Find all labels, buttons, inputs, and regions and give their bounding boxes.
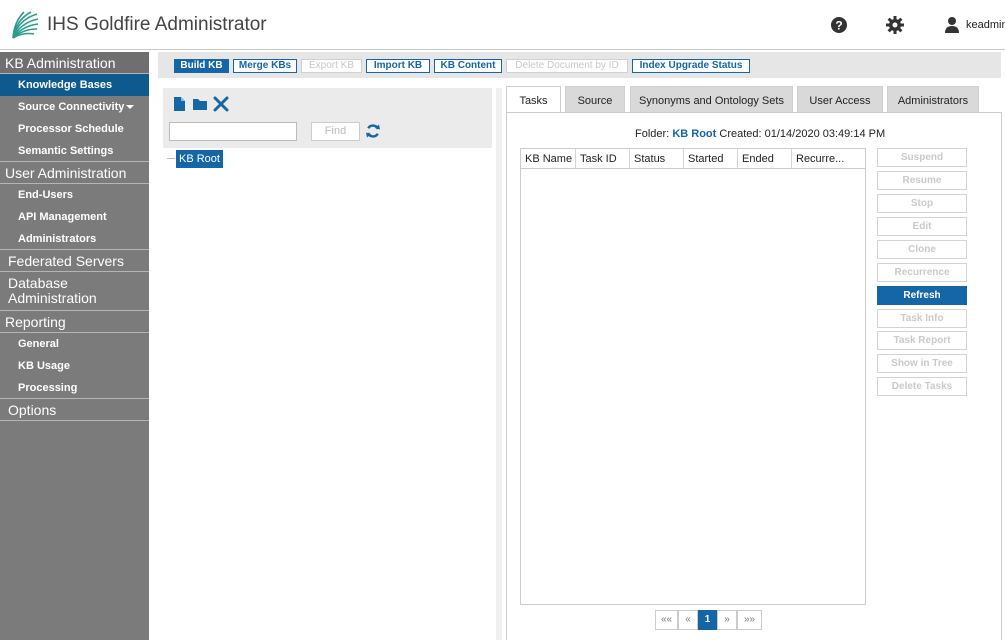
show-in-tree-button[interactable]: Show in Tree	[877, 354, 967, 373]
sidebar-section-options[interactable]: Options	[0, 399, 149, 421]
sidebar-item-source-connectivity[interactable]: Source Connectivity	[0, 96, 149, 118]
user-name[interactable]: keadmin	[966, 19, 1005, 31]
column-header-task-id[interactable]: Task ID	[576, 149, 630, 169]
svg-text:?: ?	[835, 19, 842, 33]
column-header-kb-name[interactable]: KB Name	[521, 149, 576, 169]
folder-icon[interactable]	[192, 96, 208, 112]
new-document-icon[interactable]	[171, 96, 187, 112]
sidebar-item-administrators[interactable]: Administrators	[0, 228, 149, 250]
delete-icon[interactable]	[213, 96, 229, 112]
sidebar-item-general[interactable]: General	[0, 333, 149, 355]
tasks-panel: Folder: KB Root Created: 01/14/2020 03:4…	[506, 112, 1002, 640]
help-icon[interactable]: ?	[829, 15, 849, 35]
folder-name: KB Root	[672, 128, 717, 140]
caret-down-icon	[126, 105, 135, 110]
tree-connector	[167, 158, 175, 159]
next-page-button[interactable]: »	[717, 610, 737, 630]
merge-kbs-button[interactable]: Merge KBs	[233, 59, 297, 73]
sidebar-section-user-administration[interactable]: User Administration	[0, 162, 149, 184]
kb-content-button[interactable]: KB Content	[434, 59, 502, 73]
column-header-started[interactable]: Started	[684, 149, 738, 169]
folder-label: Folder:	[635, 128, 670, 140]
task-info-button[interactable]: Task Info	[877, 309, 967, 328]
build-kb-button[interactable]: Build KB	[174, 59, 229, 73]
created-label: Created:	[719, 128, 762, 140]
prev-page-button[interactable]: «	[678, 610, 698, 630]
resume-button[interactable]: Resume	[877, 171, 967, 190]
sidebar-item-knowledge-bases[interactable]: Knowledge Bases	[0, 74, 149, 96]
first-page-button[interactable]: ««	[655, 610, 678, 630]
pane-splitter[interactable]	[496, 88, 502, 640]
refresh-button[interactable]: Refresh	[877, 286, 967, 305]
column-header-recurrence[interactable]: Recurre...	[792, 149, 865, 169]
delete-document-by-id-button[interactable]: Delete Document by ID	[506, 59, 628, 73]
kb-tree-pane: Find KB Root	[163, 88, 492, 640]
column-header-status[interactable]: Status	[630, 149, 684, 169]
find-button[interactable]: Find	[311, 122, 360, 141]
task-report-button[interactable]: Task Report	[877, 331, 967, 350]
import-kb-button[interactable]: Import KB	[366, 59, 430, 73]
sidebar-item-processing[interactable]: Processing	[0, 377, 149, 399]
clone-button[interactable]: Clone	[877, 240, 967, 259]
tree-node-kb-root[interactable]: KB Root	[176, 150, 223, 168]
edit-button[interactable]: Edit	[877, 217, 967, 236]
tab-user-access[interactable]: User Access	[797, 86, 883, 112]
page-1-button[interactable]: 1	[698, 610, 717, 630]
tree-search-input[interactable]	[169, 122, 297, 141]
sidebar-section-kb-administration[interactable]: KB Administration	[0, 52, 149, 74]
tab-synonyms-and-ontology-sets[interactable]: Synonyms and Ontology Sets	[630, 86, 793, 112]
sidebar: KB Administration Knowledge Bases Source…	[0, 52, 149, 640]
recurrence-button[interactable]: Recurrence	[877, 263, 967, 282]
app-title: IHS Goldfire Administrator	[47, 14, 267, 35]
refresh-icon[interactable]	[365, 123, 381, 139]
tab-source[interactable]: Source	[565, 86, 625, 112]
stop-button[interactable]: Stop	[877, 194, 967, 213]
kb-toolbar: Build KB Merge KBs Export KB Import KB K…	[158, 52, 1001, 78]
delete-tasks-button[interactable]: Delete Tasks	[877, 377, 967, 396]
sidebar-section-federated-servers[interactable]: Federated Servers	[0, 250, 149, 272]
sidebar-section-database-administration[interactable]: Database Administration	[0, 272, 149, 311]
tree-toolbar: Find	[163, 88, 492, 148]
index-upgrade-status-button[interactable]: Index Upgrade Status	[632, 59, 750, 73]
sidebar-item-semantic-settings[interactable]: Semantic Settings	[0, 140, 149, 162]
column-header-ended[interactable]: Ended	[738, 149, 792, 169]
gear-icon[interactable]	[885, 15, 905, 35]
tab-administrators[interactable]: Administrators	[887, 86, 979, 112]
folder-info: Folder: KB Root Created: 01/14/2020 03:4…	[635, 128, 885, 140]
sidebar-item-end-users[interactable]: End-Users	[0, 184, 149, 206]
tasks-grid-header: KB Name Task ID Status Started Ended Rec…	[521, 149, 865, 169]
main-content: Build KB Merge KBs Export KB Import KB K…	[149, 52, 1005, 640]
detail-tabs: Tasks Source Synonyms and Ontology Sets …	[506, 86, 1002, 113]
suspend-button[interactable]: Suspend	[877, 148, 967, 167]
sidebar-item-kb-usage[interactable]: KB Usage	[0, 355, 149, 377]
last-page-button[interactable]: »»	[737, 610, 762, 630]
logo-icon	[12, 11, 39, 39]
created-value: 01/14/2020 03:49:14 PM	[764, 128, 886, 140]
app-header: IHS Goldfire Administrator ? keadmin	[0, 0, 1005, 50]
sidebar-item-label: Source Connectivity	[18, 101, 125, 113]
tab-tasks[interactable]: Tasks	[506, 86, 561, 113]
tasks-grid: KB Name Task ID Status Started Ended Rec…	[520, 148, 866, 605]
sidebar-item-processor-schedule[interactable]: Processor Schedule	[0, 118, 149, 140]
sidebar-item-api-management[interactable]: API Management	[0, 206, 149, 228]
user-icon[interactable]	[942, 15, 962, 35]
sidebar-section-reporting[interactable]: Reporting	[0, 311, 149, 333]
export-kb-button[interactable]: Export KB	[301, 59, 362, 73]
